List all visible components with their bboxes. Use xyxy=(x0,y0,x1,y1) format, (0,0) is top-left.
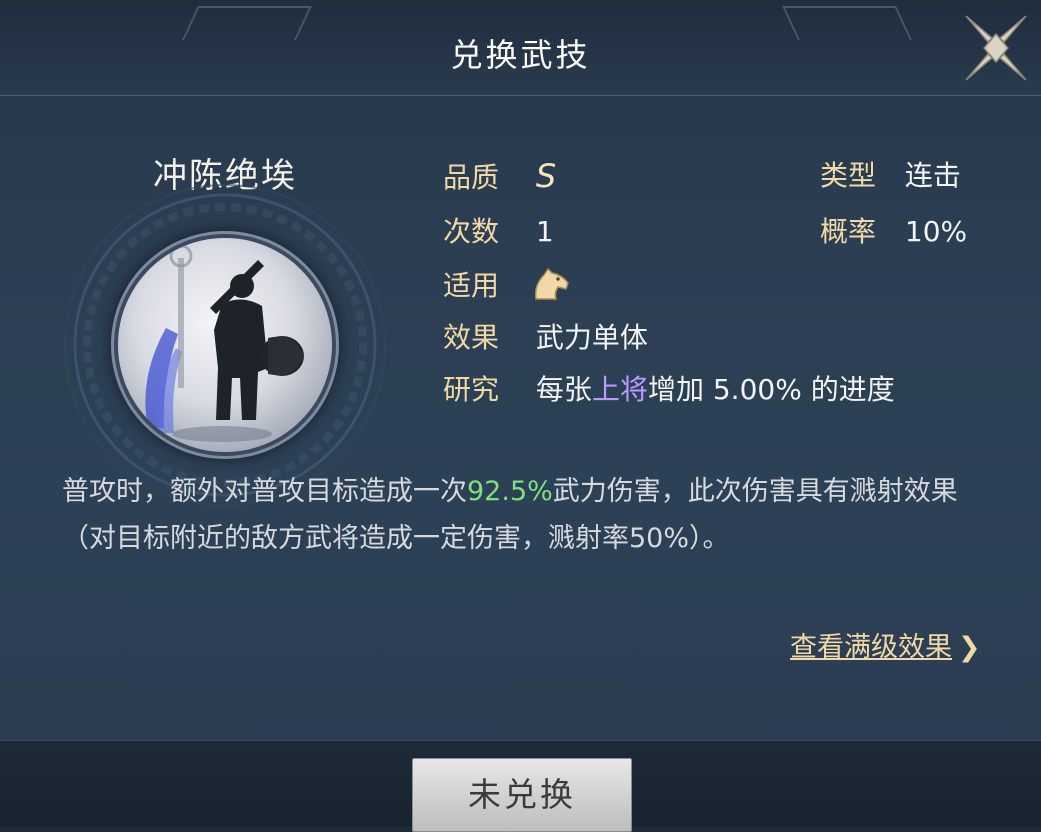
view-full-effect-link[interactable]: 查看满级效果 ❯ xyxy=(790,625,981,664)
attr-research-highlight: 上将 xyxy=(591,373,648,406)
attr-effect-label: 效果 xyxy=(443,321,500,354)
attr-applicable-label: 适用 xyxy=(443,269,500,302)
attr-effect: 效果 武力单体 xyxy=(443,316,648,356)
attr-count-label: 次数 xyxy=(443,215,500,248)
close-icon xyxy=(965,15,1027,81)
exchange-skill-dialog: 兑换武技 冲陈绝埃 品质 S 类型 连击 次数 1 概率 10% 适用 效果 武… xyxy=(0,0,1041,832)
attr-research-suffix: 增加 5.00% 的进度 xyxy=(647,373,895,406)
horse-icon xyxy=(530,265,572,310)
attr-count-value: 1 xyxy=(535,215,554,248)
attr-quality-value: S xyxy=(535,157,557,195)
attr-chance-label: 概率 xyxy=(820,215,877,248)
skill-emblem-icon xyxy=(118,238,332,452)
description-part1: 普攻时，额外对普攻目标造成一次 xyxy=(62,476,467,507)
attr-quality-label: 品质 xyxy=(443,161,500,194)
attr-research-label: 研究 xyxy=(443,373,500,406)
attr-count: 次数 1 xyxy=(443,210,554,250)
exchange-status-button[interactable]: 未兑换 xyxy=(412,758,632,832)
close-button[interactable] xyxy=(962,12,1030,84)
attr-research-prefix: 每张 xyxy=(535,373,592,406)
attr-chance-value: 10% xyxy=(904,215,968,248)
attr-effect-value: 武力单体 xyxy=(535,321,648,354)
view-full-effect-label: 查看满级效果 xyxy=(790,632,952,663)
attr-quality: 品质 S xyxy=(443,156,556,196)
chevron-right-icon: ❯ xyxy=(958,632,981,663)
warrior-silhouette-icon xyxy=(145,244,304,442)
attr-type: 类型 连击 xyxy=(820,154,961,194)
description-highlight: 92.5% xyxy=(467,476,553,507)
attr-chance: 概率 10% xyxy=(820,210,967,250)
dialog-title: 兑换武技 xyxy=(450,36,591,74)
attr-applicable: 适用 xyxy=(443,264,572,310)
attr-research: 研究 每张上将增加 5.00% 的进度 xyxy=(443,368,895,408)
skill-description: 普攻时，额外对普攻目标造成一次92.5%武力伤害，此次伤害具有溅射效果（对目标附… xyxy=(62,468,982,562)
attr-type-value: 连击 xyxy=(904,159,961,192)
dialog-header: 兑换武技 xyxy=(0,0,1041,96)
attr-type-label: 类型 xyxy=(820,159,877,192)
